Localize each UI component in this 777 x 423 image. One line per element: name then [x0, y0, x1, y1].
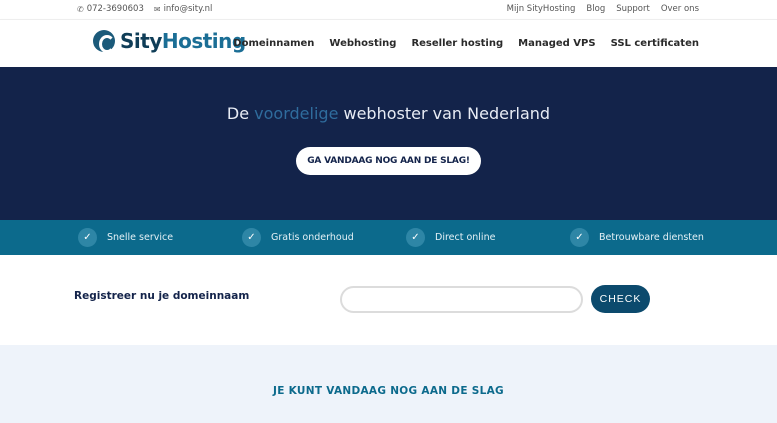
check-icon: ✓ — [570, 228, 589, 247]
logo[interactable]: SityHosting — [93, 29, 246, 53]
phone-icon: ✆ — [77, 4, 84, 14]
top-links: Mijn SityHosting Blog Support Over ons — [507, 4, 699, 14]
hero-title-suffix: webhoster van Nederland — [343, 104, 551, 123]
top-link-blog[interactable]: Blog — [586, 4, 605, 14]
phone-number[interactable]: 072-3690603 — [87, 4, 144, 14]
nav-reseller-hosting[interactable]: Reseller hosting — [411, 38, 503, 49]
contact-info: ✆ 072-3690603 ✉ info@sity.nl — [77, 4, 212, 14]
hero-title: De voordelige webhoster van Nederland — [0, 104, 777, 123]
hero-title-prefix: De — [226, 104, 250, 123]
feature-direct-online: ✓ Direct online — [406, 228, 495, 247]
get-started-button[interactable]: GA VANDAAG NOG AAN DE SLAG! — [296, 147, 481, 175]
hero-section: De voordelige webhoster van Nederland GA… — [0, 67, 777, 220]
feature-gratis-onderhoud: ✓ Gratis onderhoud — [242, 228, 354, 247]
nav-managed-vps[interactable]: Managed VPS — [518, 38, 595, 49]
top-bar: ✆ 072-3690603 ✉ info@sity.nl Mijn SityHo… — [0, 0, 777, 19]
feature-label: Betrouwbare diensten — [599, 232, 704, 243]
site-header: SityHosting Domeinnamen Webhosting Resel… — [0, 19, 777, 67]
check-button[interactable]: CHECK — [591, 285, 650, 313]
top-link-over-ons[interactable]: Over ons — [661, 4, 699, 14]
logo-mark-icon — [93, 30, 115, 53]
domain-register-label: Registreer nu je domeinnaam — [74, 290, 250, 302]
email-item[interactable]: ✉ info@sity.nl — [154, 4, 213, 14]
features-strip: ✓ Snelle service ✓ Gratis onderhoud ✓ Di… — [0, 220, 777, 255]
nav-webhosting[interactable]: Webhosting — [329, 38, 396, 49]
envelope-icon: ✉ — [153, 4, 161, 14]
hero-title-highlight: voordelige — [254, 104, 339, 123]
domain-search-input[interactable] — [340, 286, 583, 313]
phone-item[interactable]: ✆ 072-3690603 — [77, 4, 144, 14]
nav-ssl-certificaten[interactable]: SSL certificaten — [611, 38, 699, 49]
email-address[interactable]: info@sity.nl — [164, 4, 213, 14]
logo-text-part1: Sity — [120, 29, 162, 53]
cta-section: JE KUNT VANDAAG NOG AAN DE SLAG — [0, 345, 777, 423]
feature-snelle-service: ✓ Snelle service — [78, 228, 173, 247]
top-link-mijn-sityhosting[interactable]: Mijn SityHosting — [507, 4, 576, 14]
top-link-support[interactable]: Support — [616, 4, 650, 14]
check-icon: ✓ — [406, 228, 425, 247]
feature-label: Direct online — [435, 232, 496, 243]
logo-text: SityHosting — [120, 29, 246, 53]
nav-domeinnamen[interactable]: Domeinnamen — [233, 38, 314, 49]
check-icon: ✓ — [78, 228, 97, 247]
domain-check-section: Registreer nu je domeinnaam CHECK — [0, 255, 777, 345]
main-nav: Domeinnamen Webhosting Reseller hosting … — [233, 38, 699, 49]
feature-betrouwbare-diensten: ✓ Betrouwbare diensten — [570, 228, 704, 247]
cta-heading: JE KUNT VANDAAG NOG AAN DE SLAG — [273, 385, 504, 397]
feature-label: Gratis onderhoud — [271, 232, 354, 243]
check-icon: ✓ — [242, 228, 261, 247]
feature-label: Snelle service — [107, 232, 174, 243]
